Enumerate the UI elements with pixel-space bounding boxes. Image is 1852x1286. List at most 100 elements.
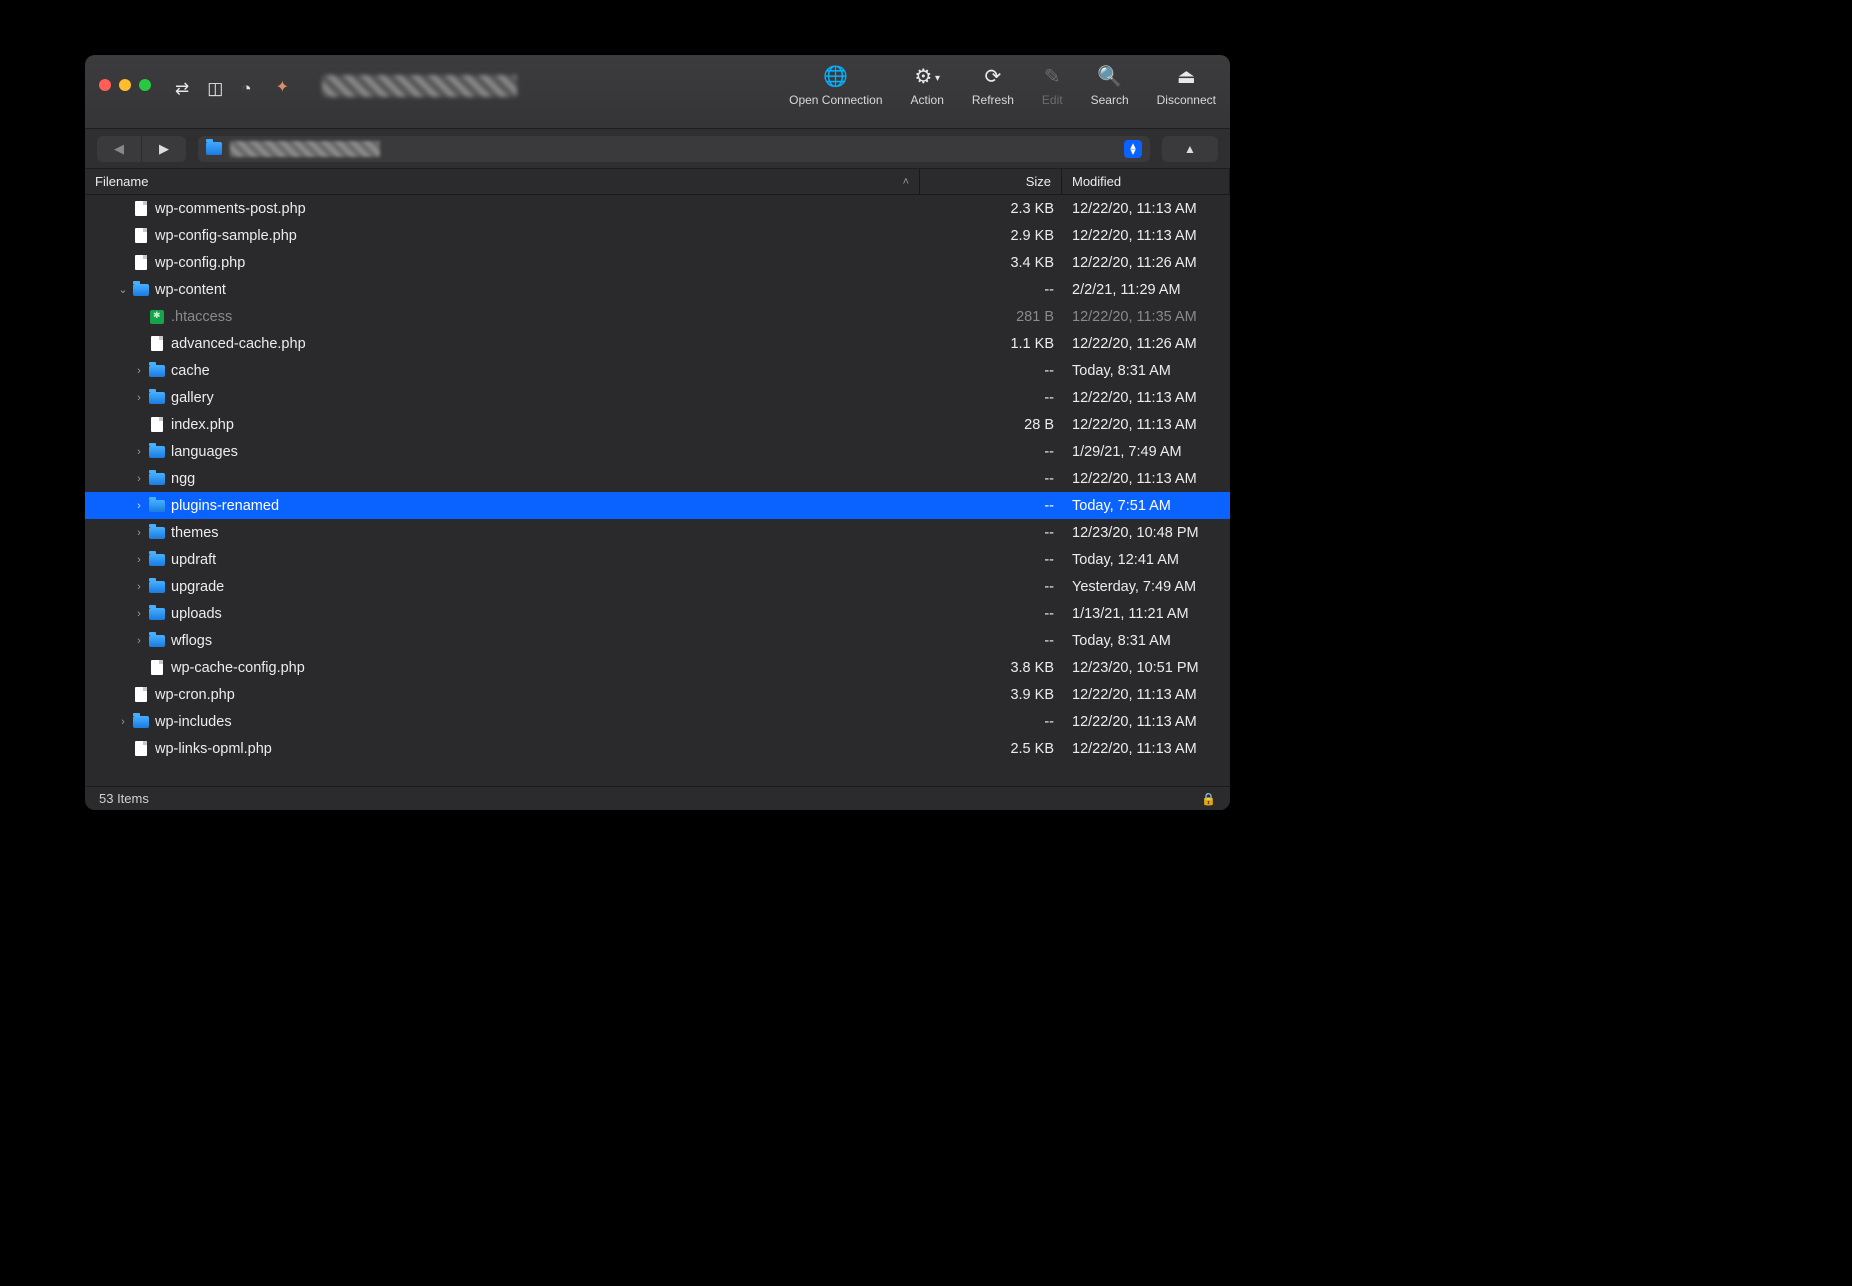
file-modified: Today, 12:41 AM [1064, 552, 1230, 568]
file-icon [147, 660, 167, 675]
file-name: wp-config.php [155, 255, 922, 271]
file-row[interactable]: advanced-cache.php1.1 KB12/22/20, 11:26 … [85, 330, 1230, 357]
folder-icon [147, 500, 167, 512]
file-row[interactable]: ›uploads--1/13/21, 11:21 AM [85, 600, 1230, 627]
file-row[interactable]: ›plugins-renamed--Today, 7:51 AM [85, 492, 1230, 519]
folder-icon [147, 473, 167, 485]
file-modified: 12/22/20, 11:13 AM [1064, 687, 1230, 703]
window-title-obscured [322, 75, 517, 97]
path-bar: ◀ ▶ ▴▾ ▲ [85, 129, 1230, 169]
file-row[interactable]: wp-cache-config.php3.8 KB12/23/20, 10:51… [85, 654, 1230, 681]
column-header-modified[interactable]: Modified [1062, 169, 1230, 194]
file-row[interactable]: ›gallery--12/22/20, 11:13 AM [85, 384, 1230, 411]
nav-forward-button[interactable]: ▶ [142, 136, 186, 162]
folder-icon [131, 716, 151, 728]
file-row[interactable]: wp-links-opml.php2.5 KB12/22/20, 11:13 A… [85, 735, 1230, 762]
file-row[interactable]: wp-config.php3.4 KB12/22/20, 11:26 AM [85, 249, 1230, 276]
chevron-right-icon[interactable]: › [131, 554, 147, 566]
file-row[interactable]: ›wp-includes--12/22/20, 11:13 AM [85, 708, 1230, 735]
path-stepper-icon[interactable]: ▴▾ [1124, 140, 1142, 158]
file-size: 2.3 KB [922, 201, 1064, 217]
file-size: 28 B [922, 417, 1064, 433]
action-label: Action [911, 93, 944, 107]
file-list[interactable]: wp-comments-post.php2.3 KB12/22/20, 11:1… [85, 195, 1230, 786]
file-size: -- [922, 363, 1064, 379]
titlebar-tool-icons: ⇄ ◫ ◔ ✦ [175, 77, 300, 99]
file-modified: Yesterday, 7:49 AM [1064, 579, 1230, 595]
chevron-right-icon[interactable]: › [131, 446, 147, 458]
file-row[interactable]: ›themes--12/23/20, 10:48 PM [85, 519, 1230, 546]
chevron-right-icon[interactable]: › [131, 500, 147, 512]
file-row[interactable]: ›updraft--Today, 12:41 AM [85, 546, 1230, 573]
go-up-button[interactable]: ▲ [1162, 136, 1218, 162]
file-modified: Today, 8:31 AM [1064, 633, 1230, 649]
column-header-size[interactable]: Size [920, 169, 1062, 194]
file-row[interactable]: ›wflogs--Today, 8:31 AM [85, 627, 1230, 654]
bookmarks-icon[interactable]: ◫ [207, 80, 223, 97]
file-size: 2.9 KB [922, 228, 1064, 244]
file-icon [131, 741, 151, 756]
chevron-right-icon[interactable]: › [131, 473, 147, 485]
file-size: 3.8 KB [922, 660, 1064, 676]
file-icon [131, 255, 151, 270]
zoom-window-button[interactable] [139, 79, 151, 91]
file-row[interactable]: ›cache--Today, 8:31 AM [85, 357, 1230, 384]
file-name: updraft [171, 552, 922, 568]
chevron-right-icon[interactable]: › [115, 716, 131, 728]
file-modified: 12/22/20, 11:13 AM [1064, 741, 1230, 757]
connection-status-icon: ✦ [276, 77, 300, 99]
file-row[interactable]: ›ngg--12/22/20, 11:13 AM [85, 465, 1230, 492]
chevron-right-icon[interactable]: › [131, 527, 147, 539]
file-modified: 12/22/20, 11:13 AM [1064, 390, 1230, 406]
nav-back-button[interactable]: ◀ [97, 136, 141, 162]
disconnect-label: Disconnect [1157, 93, 1216, 107]
item-count: 53 Items [99, 791, 149, 806]
edit-label: Edit [1042, 93, 1063, 107]
chevron-right-icon[interactable]: › [131, 581, 147, 593]
file-row[interactable]: wp-cron.php3.9 KB12/22/20, 11:13 AM [85, 681, 1230, 708]
file-name: languages [171, 444, 922, 460]
history-icon[interactable]: ◔ [241, 80, 251, 97]
file-row[interactable]: ›upgrade--Yesterday, 7:49 AM [85, 573, 1230, 600]
file-row[interactable]: wp-config-sample.php2.9 KB12/22/20, 11:1… [85, 222, 1230, 249]
eject-icon: ⏏ [1177, 65, 1196, 89]
chevron-right-icon[interactable]: › [131, 392, 147, 404]
file-modified: 12/22/20, 11:13 AM [1064, 201, 1230, 217]
open-connection-button[interactable]: 🌐 Open Connection [789, 65, 882, 107]
file-icon [131, 201, 151, 216]
file-modified: 12/23/20, 10:51 PM [1064, 660, 1230, 676]
file-name: wp-links-opml.php [155, 741, 922, 757]
file-name: wp-cron.php [155, 687, 922, 703]
sort-ascending-icon: ˄ [903, 176, 909, 188]
minimize-window-button[interactable] [119, 79, 131, 91]
file-row[interactable]: ⌄wp-content--2/2/21, 11:29 AM [85, 276, 1230, 303]
folder-icon [147, 365, 167, 377]
path-dropdown[interactable]: ▴▾ [198, 136, 1150, 162]
file-modified: 12/22/20, 11:13 AM [1064, 471, 1230, 487]
file-name: wp-cache-config.php [171, 660, 922, 676]
file-row[interactable]: ›languages--1/29/21, 7:49 AM [85, 438, 1230, 465]
file-modified: 2/2/21, 11:29 AM [1064, 282, 1230, 298]
search-button[interactable]: 🔍 Search [1091, 65, 1129, 107]
file-row[interactable]: wp-comments-post.php2.3 KB12/22/20, 11:1… [85, 195, 1230, 222]
chevron-right-icon[interactable]: › [131, 365, 147, 377]
chevron-down-icon[interactable]: ⌄ [115, 283, 131, 296]
action-button[interactable]: ⚙ Action [911, 65, 944, 107]
close-window-button[interactable] [99, 79, 111, 91]
file-name: plugins-renamed [171, 498, 922, 514]
disconnect-button[interactable]: ⏏ Disconnect [1157, 65, 1216, 107]
file-row[interactable]: .htaccess281 B12/22/20, 11:35 AM [85, 303, 1230, 330]
refresh-button[interactable]: ⟳ Refresh [972, 65, 1014, 107]
file-modified: 12/22/20, 11:26 AM [1064, 255, 1230, 271]
file-size: 281 B [922, 309, 1064, 325]
settings-icon[interactable]: ⇄ [175, 80, 189, 97]
file-size: 3.9 KB [922, 687, 1064, 703]
file-modified: 12/22/20, 11:13 AM [1064, 714, 1230, 730]
gear-icon: ⚙ [914, 65, 940, 89]
folder-icon [147, 554, 167, 566]
column-header-filename[interactable]: Filename ˄ [85, 169, 920, 194]
file-row[interactable]: index.php28 B12/22/20, 11:13 AM [85, 411, 1230, 438]
path-text-obscured [230, 141, 380, 157]
chevron-right-icon[interactable]: › [131, 608, 147, 620]
chevron-right-icon[interactable]: › [131, 635, 147, 647]
